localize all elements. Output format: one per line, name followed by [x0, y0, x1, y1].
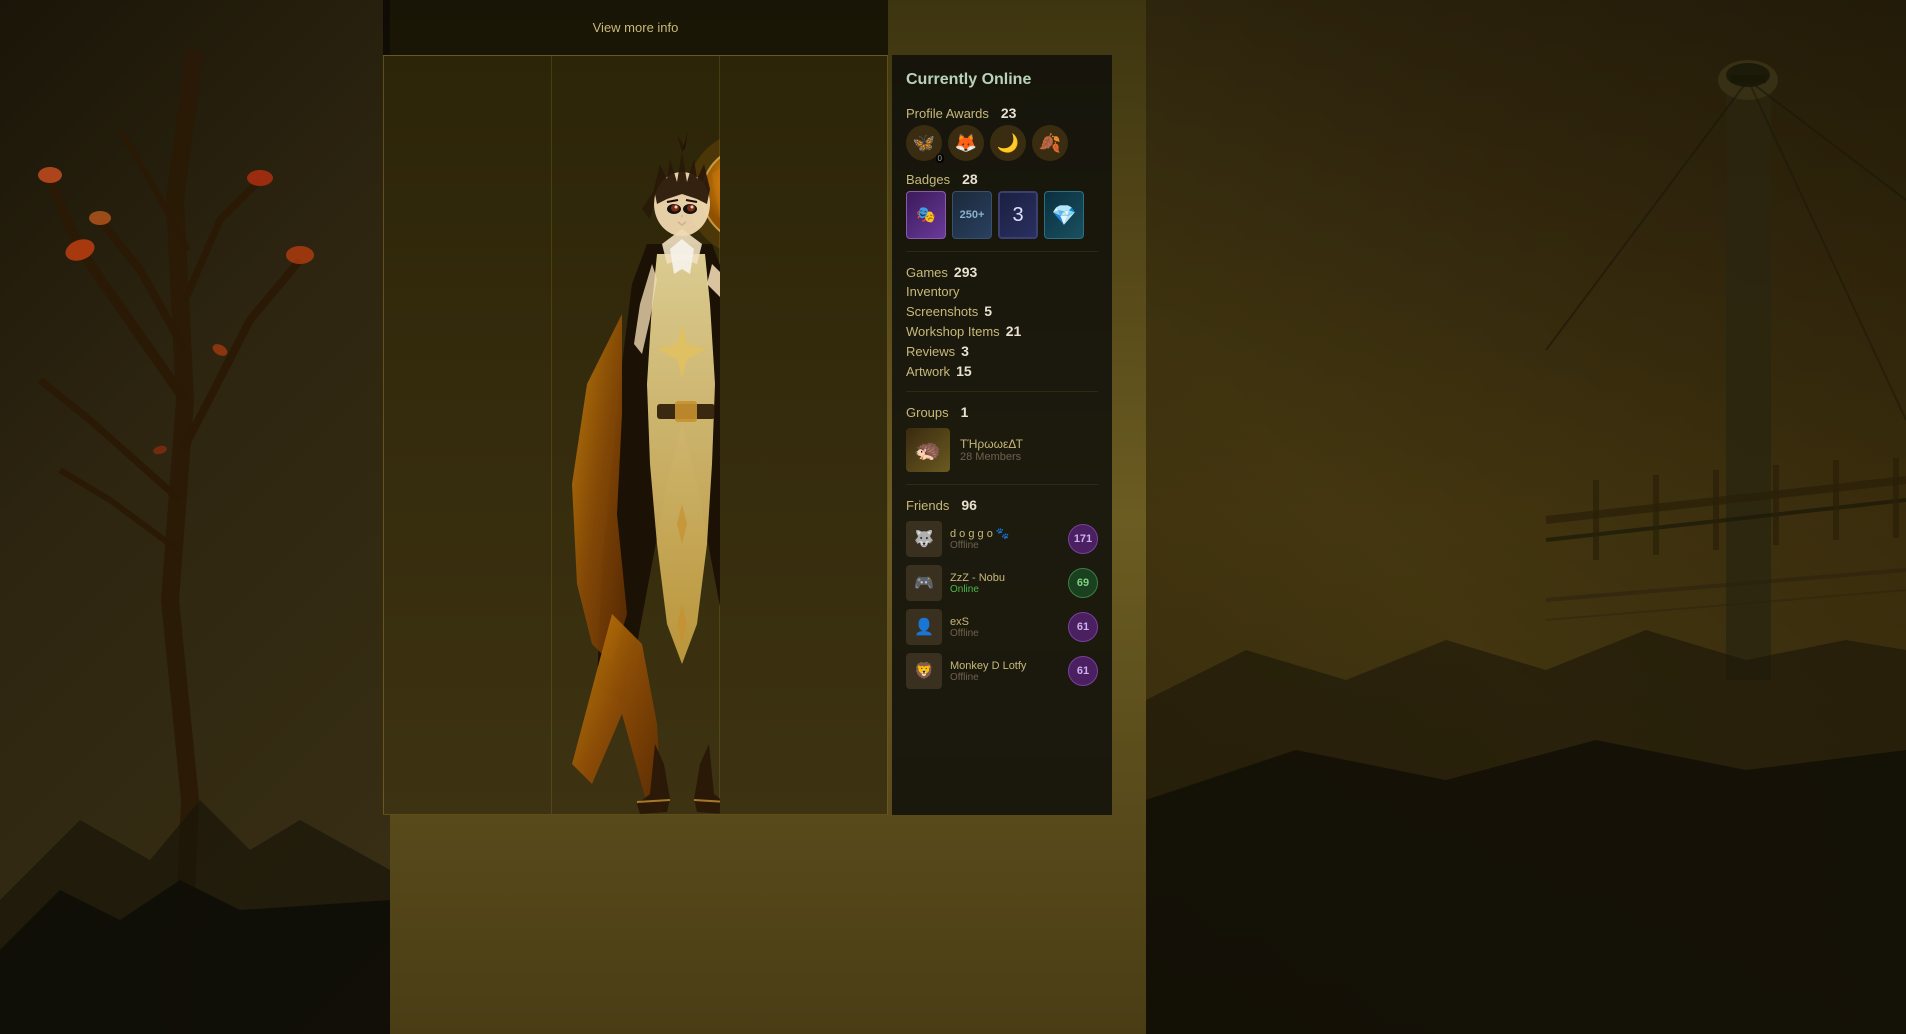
friend-item-1[interactable]: 🐺 d o g g o 🐾 Offline 171	[906, 521, 1098, 557]
friend-status-1: Offline	[950, 540, 1060, 551]
workshop-items-label: Workshop Items	[906, 324, 1000, 339]
groups-label: Groups	[906, 405, 949, 420]
badge-1[interactable]: 🎭	[906, 191, 946, 239]
friend-avatar-4: 🦁	[906, 653, 942, 689]
reviews-label: Reviews	[906, 344, 955, 359]
badge-4[interactable]: 💎	[1044, 191, 1084, 239]
screenshots-count: 5	[984, 303, 992, 319]
reviews-row[interactable]: Reviews 3	[906, 343, 1098, 359]
friend-info-4: Monkey D Lotfy Offline	[950, 660, 1060, 683]
awards-row: 🦋0 🦊 🌙 🍂	[906, 125, 1098, 161]
friend-level-1: 171	[1068, 524, 1098, 554]
friend-item-4[interactable]: 🦁 Monkey D Lotfy Offline 61	[906, 653, 1098, 689]
friend-name-1: d o g g o 🐾	[950, 527, 1060, 540]
friend-status-2: Online	[950, 584, 1060, 595]
top-bar: View more info	[383, 0, 888, 55]
workshop-items-count: 21	[1006, 323, 1022, 339]
friend-avatar-2: 🎮	[906, 565, 942, 601]
divider-3	[906, 484, 1098, 485]
profile-awards-label: Profile Awards	[906, 106, 989, 121]
group-name-1[interactable]: ΤΉρωωεΔΤ	[960, 437, 1023, 451]
group-item-1[interactable]: 🦔 ΤΉρωωεΔΤ 28 Members	[906, 428, 1098, 472]
inventory-label: Inventory	[906, 284, 959, 299]
badges-row: 🎭 250+ 3 💎	[906, 191, 1098, 239]
divider-1	[906, 251, 1098, 252]
award-icon-2[interactable]: 🦊	[948, 125, 984, 161]
screenshots-row[interactable]: Screenshots 5	[906, 303, 1098, 319]
badges-header: Badges 28	[906, 171, 1098, 187]
groups-count: 1	[961, 404, 969, 420]
profile-awards-count: 23	[1001, 105, 1017, 121]
workshop-items-row[interactable]: Workshop Items 21	[906, 323, 1098, 339]
artwork-count: 15	[956, 363, 972, 379]
view-more-info-link[interactable]: View more info	[593, 20, 679, 35]
friend-status-4: Offline	[950, 672, 1060, 683]
friend-item-2[interactable]: 🎮 ZzZ - Nobu Online 69	[906, 565, 1098, 601]
artwork-row[interactable]: Artwork 15	[906, 363, 1098, 379]
friend-avatar-1: 🐺	[906, 521, 942, 557]
friend-level-3: 61	[1068, 612, 1098, 642]
group-members-1: 28 Members	[960, 451, 1023, 463]
profile-sidebar: Currently Online Profile Awards 23 🦋0 🦊 …	[892, 55, 1112, 815]
groups-header: Groups 1	[906, 404, 1098, 420]
badge-2[interactable]: 250+	[952, 191, 992, 239]
background-left	[0, 0, 390, 1034]
online-status: Currently Online	[906, 71, 1098, 89]
award-icon-1[interactable]: 🦋0	[906, 125, 942, 161]
friend-level-4: 61	[1068, 656, 1098, 686]
friends-count: 96	[961, 497, 977, 513]
friend-status-3: Offline	[950, 628, 1060, 639]
friend-level-2: 69	[1068, 568, 1098, 598]
profile-awards-header: Profile Awards 23	[906, 105, 1098, 121]
friend-name-3: exS	[950, 616, 1060, 628]
group-avatar-1: 🦔	[906, 428, 950, 472]
character-panel	[383, 55, 888, 815]
char-col-2	[552, 56, 720, 814]
friends-label: Friends	[906, 498, 949, 513]
char-col-3	[720, 56, 887, 814]
group-info: ΤΉρωωεΔΤ 28 Members	[960, 437, 1023, 463]
badge-3[interactable]: 3	[998, 191, 1038, 239]
background-right	[1146, 0, 1906, 1034]
reviews-count: 3	[961, 343, 969, 359]
badges-count: 28	[962, 171, 978, 187]
award-icon-4[interactable]: 🍂	[1032, 125, 1068, 161]
friends-header: Friends 96	[906, 497, 1098, 513]
games-label: Games	[906, 265, 948, 280]
screenshots-label: Screenshots	[906, 304, 978, 319]
friend-info-2: ZzZ - Nobu Online	[950, 572, 1060, 595]
games-row[interactable]: Games 293	[906, 264, 1098, 280]
divider-2	[906, 391, 1098, 392]
friend-info-3: exS Offline	[950, 616, 1060, 639]
award-icon-3[interactable]: 🌙	[990, 125, 1026, 161]
friend-info-1: d o g g o 🐾 Offline	[950, 527, 1060, 551]
friend-name-4: Monkey D Lotfy	[950, 660, 1060, 672]
friend-name-2: ZzZ - Nobu	[950, 572, 1060, 584]
games-count: 293	[954, 264, 977, 280]
friend-item-3[interactable]: 👤 exS Offline 61	[906, 609, 1098, 645]
artwork-label: Artwork	[906, 364, 950, 379]
inventory-row[interactable]: Inventory	[906, 284, 1098, 299]
badges-label: Badges	[906, 172, 950, 187]
friend-avatar-3: 👤	[906, 609, 942, 645]
